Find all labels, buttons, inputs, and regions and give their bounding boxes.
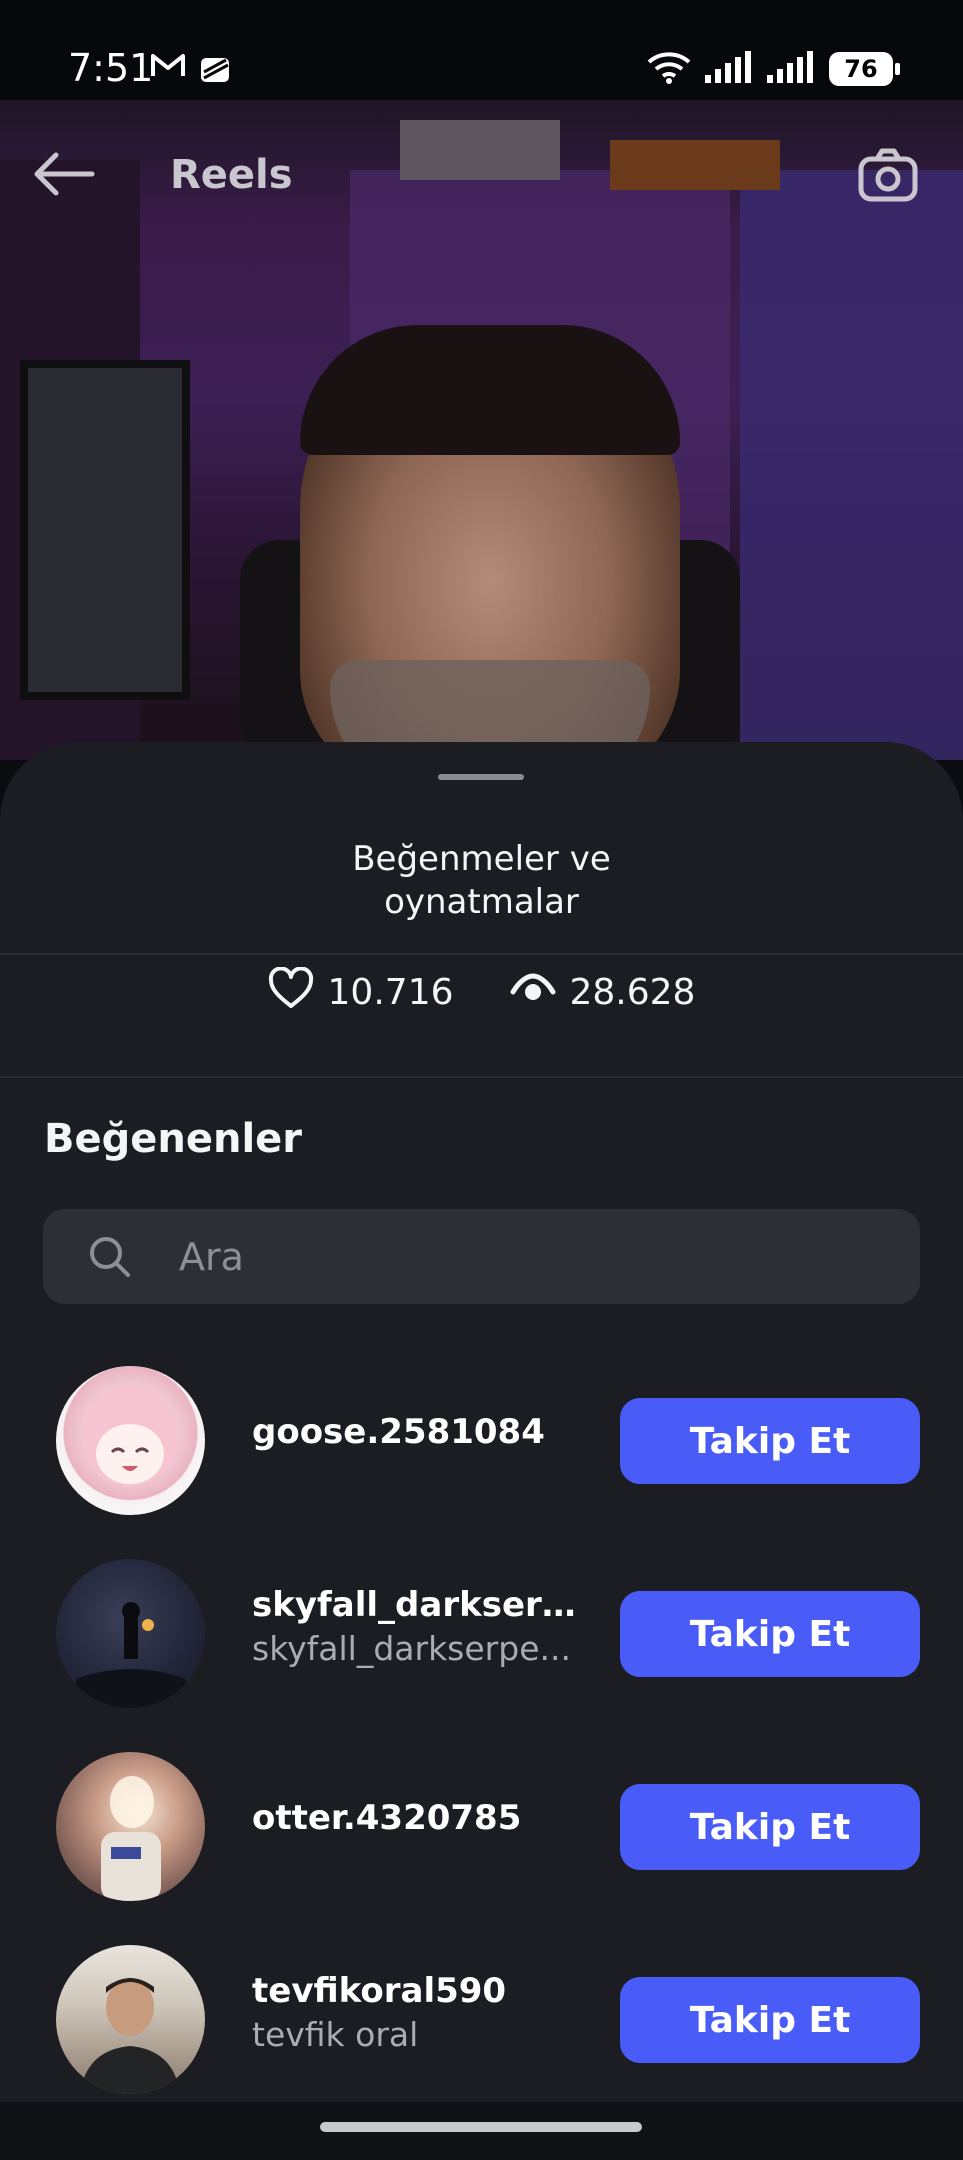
likes-count: 10.716	[327, 971, 454, 1013]
follow-button[interactable]: Takip Et	[620, 1977, 920, 2063]
sheet-grabber[interactable]	[438, 774, 524, 780]
search-input[interactable]	[179, 1234, 879, 1279]
avatar[interactable]	[56, 1559, 205, 1708]
full-name: tevfik oral	[252, 2015, 419, 2054]
app-notification-icon	[198, 50, 234, 88]
plays-count: 28.628	[569, 971, 696, 1013]
follow-button[interactable]: Takip Et	[620, 1398, 920, 1484]
likes-stat: 10.716	[268, 965, 454, 1018]
avatar[interactable]	[56, 1945, 205, 2094]
avatar[interactable]	[56, 1366, 205, 1515]
stats-row: 10.716 28.628	[0, 952, 963, 1032]
page-title: Reels	[170, 152, 293, 198]
avatar[interactable]	[56, 1752, 205, 1901]
sheet-title: Beğenmeler ve oynatmalar	[352, 839, 611, 922]
eye-icon	[510, 970, 556, 1015]
signal-icon-2	[767, 51, 815, 87]
list-item[interactable]: skyfall_darkserp... skyfall_darkserpe...…	[0, 1535, 963, 1728]
camera-icon	[857, 147, 919, 207]
follow-button[interactable]: Takip Et	[620, 1591, 920, 1677]
likers-section-title: Beğenenler	[44, 1116, 303, 1162]
list-item[interactable]: goose.2581084 Takip Et	[0, 1342, 963, 1535]
navigation-bar	[0, 2102, 963, 2160]
follow-button[interactable]: Takip Et	[620, 1784, 920, 1870]
plays-stat: 28.628	[510, 970, 696, 1015]
likes-and-plays-sheet: Beğenmeler ve oynatmalar 10.716 28.628 B…	[0, 742, 963, 2102]
top-nav: Reels	[0, 100, 963, 255]
camera-button[interactable]	[853, 144, 923, 210]
arrow-left-icon	[32, 151, 96, 201]
username: otter.4320785	[252, 1798, 522, 1838]
search-icon	[87, 1234, 133, 1280]
status-time: 7:51	[68, 46, 154, 90]
heart-icon	[268, 965, 314, 1018]
list-item[interactable]: otter.4320785 Takip Et	[0, 1728, 963, 1921]
wifi-icon	[647, 50, 691, 88]
gmail-icon	[150, 50, 186, 88]
signal-icon	[705, 51, 753, 87]
search-bar[interactable]	[43, 1209, 920, 1304]
list-item[interactable]: tevfikoral590 tevfik oral Takip Et	[0, 1921, 963, 2114]
username: skyfall_darkserp...	[252, 1585, 582, 1625]
home-indicator[interactable]	[320, 2122, 642, 2132]
back-button[interactable]	[28, 144, 100, 208]
username: tevfikoral590	[252, 1971, 507, 2011]
status-bar: 7:51 76	[0, 0, 963, 100]
full-name: skyfall_darkserpe...	[252, 1629, 571, 1668]
username: goose.2581084	[252, 1412, 545, 1452]
battery-indicator: 76	[829, 52, 900, 86]
divider	[0, 1076, 963, 1078]
